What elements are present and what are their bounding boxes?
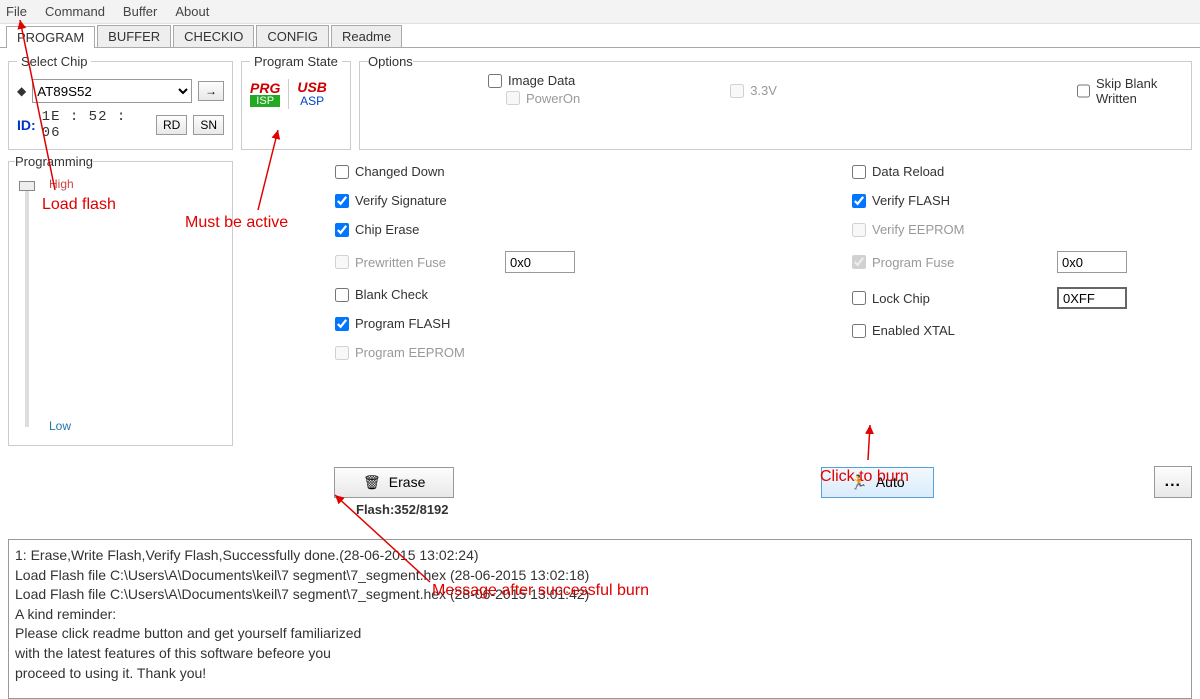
tab-readme[interactable]: Readme bbox=[331, 25, 402, 47]
log-line: Please click readme button and get yours… bbox=[15, 624, 1185, 644]
opt-3v3: 3.3V bbox=[730, 83, 777, 98]
id-label: ID: bbox=[17, 117, 36, 133]
chip-arrow-button[interactable]: → bbox=[198, 81, 224, 101]
usb-icon: USB bbox=[297, 80, 327, 94]
lock-chip-value[interactable] bbox=[1057, 287, 1127, 309]
opt-data-reload[interactable]: Data Reload bbox=[852, 164, 1192, 179]
isp-icon: ISP bbox=[250, 95, 280, 107]
menu-command[interactable]: Command bbox=[45, 4, 105, 19]
legend-options: Options bbox=[368, 54, 413, 69]
group-programming: Programming High Low bbox=[8, 154, 233, 446]
sn-button[interactable]: SN bbox=[193, 115, 224, 135]
opt-program-fuse: Program Fuse bbox=[852, 255, 1057, 270]
menu-about[interactable]: About bbox=[175, 4, 209, 19]
opt-program-eeprom: Program EEPROM bbox=[335, 345, 575, 360]
auto-button[interactable]: 🏃 Auto bbox=[821, 467, 933, 498]
flash-status: Flash:352/8192 bbox=[248, 502, 1192, 517]
opt-verify-eeprom: Verify EEPROM bbox=[852, 222, 1192, 237]
menubar: File Command Buffer About bbox=[0, 0, 1200, 24]
prg-icon: PRG bbox=[250, 81, 280, 95]
tab-buffer[interactable]: BUFFER bbox=[97, 25, 171, 47]
trash-icon: 🗑 bbox=[363, 474, 381, 491]
log-line: Load Flash file C:\Users\A\Documents\kei… bbox=[15, 585, 1185, 605]
options-left-col: Changed Down Verify Signature Chip Erase… bbox=[245, 154, 575, 446]
program-fuse-value[interactable] bbox=[1057, 251, 1127, 273]
opt-power-on: PowerOn bbox=[506, 91, 580, 106]
log-line: 1: Erase,Write Flash,Verify Flash,Succes… bbox=[15, 546, 1185, 566]
menu-file[interactable]: File bbox=[6, 4, 27, 19]
tab-program[interactable]: PROGRAM bbox=[6, 26, 95, 48]
legend-programming: Programming bbox=[15, 154, 93, 169]
rd-button[interactable]: RD bbox=[156, 115, 187, 135]
prewritten-fuse-value[interactable] bbox=[505, 251, 575, 273]
group-select-chip: Select Chip ◆ AT89S52 → ID: 1E : 52 : 06… bbox=[8, 54, 233, 150]
opt-blank-check[interactable]: Blank Check bbox=[335, 287, 575, 302]
asp-icon: ASP bbox=[297, 94, 327, 108]
programming-slider[interactable] bbox=[25, 183, 29, 427]
opt-enabled-xtal[interactable]: Enabled XTAL bbox=[852, 323, 1192, 338]
legend-program-state: Program State bbox=[250, 54, 342, 69]
group-program-state: Program State PRG ISP USB ASP bbox=[241, 54, 351, 150]
slider-high: High bbox=[49, 177, 74, 191]
slider-low: Low bbox=[49, 419, 74, 433]
tab-checkio[interactable]: CHECKIO bbox=[173, 25, 254, 47]
opt-program-flash[interactable]: Program FLASH bbox=[335, 316, 575, 331]
tabstrip: PROGRAM BUFFER CHECKIO CONFIG Readme bbox=[0, 24, 1200, 48]
group-options: Options Image Data PowerOn 3.3V Skip Bla… bbox=[359, 54, 1192, 150]
run-icon: 🏃 bbox=[850, 474, 867, 491]
log-line: Load Flash file C:\Users\A\Documents\kei… bbox=[15, 566, 1185, 586]
opt-lock-chip[interactable]: Lock Chip bbox=[852, 291, 1057, 306]
options-right-col: Data Reload Verify FLASH Verify EEPROM P… bbox=[852, 154, 1192, 446]
opt-verify-flash[interactable]: Verify FLASH bbox=[852, 193, 1192, 208]
more-button[interactable]: ... bbox=[1154, 466, 1192, 498]
opt-skip-blank[interactable]: Skip Blank Written bbox=[1077, 76, 1173, 106]
chip-select[interactable]: AT89S52 bbox=[32, 79, 192, 103]
opt-chip-erase[interactable]: Chip Erase bbox=[335, 222, 575, 237]
erase-button[interactable]: 🗑 Erase bbox=[334, 467, 454, 498]
chip-icon: ◆ bbox=[17, 84, 26, 98]
opt-prewritten-fuse: Prewritten Fuse bbox=[335, 255, 505, 270]
menu-buffer[interactable]: Buffer bbox=[123, 4, 157, 19]
opt-image-data[interactable]: Image Data bbox=[488, 73, 575, 88]
legend-select-chip: Select Chip bbox=[17, 54, 91, 69]
log-line: proceed to using it. Thank you! bbox=[15, 664, 1185, 684]
id-value: 1E : 52 : 06 bbox=[42, 109, 144, 141]
tab-config[interactable]: CONFIG bbox=[256, 25, 329, 47]
log-line: with the latest features of this softwar… bbox=[15, 644, 1185, 664]
log-panel: 1: Erase,Write Flash,Verify Flash,Succes… bbox=[8, 539, 1192, 699]
opt-changed-down[interactable]: Changed Down bbox=[335, 164, 575, 179]
opt-verify-signature[interactable]: Verify Signature bbox=[335, 193, 575, 208]
log-line: A kind reminder: bbox=[15, 605, 1185, 625]
